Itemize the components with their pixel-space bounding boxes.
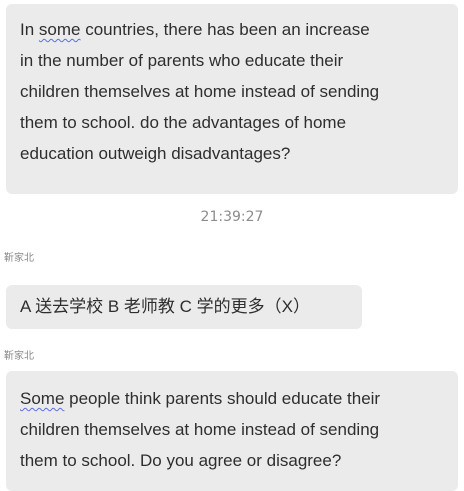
message-line: them to school. do the advantages of hom… [20, 113, 347, 132]
message-line: them to school. Do you agree or disagree… [20, 451, 342, 470]
message-bubble[interactable]: A 送去学校 B 老师教 C 学的更多（X） [6, 285, 362, 329]
message-line: children themselves at home instead of s… [20, 82, 380, 101]
message-line: in the number of parents who educate the… [20, 51, 344, 70]
chat-conversation: In some countries, there has been an inc… [0, 0, 464, 491]
message-text: countries, there has been an increase [80, 20, 370, 39]
message-line: Some people think parents should educate… [20, 383, 444, 414]
message-line: education outweigh disadvantages? [20, 144, 291, 163]
message-text: people think parents should educate thei… [64, 389, 381, 408]
message-bubble[interactable]: In some countries, there has been an inc… [6, 4, 458, 194]
message-timestamp: 21:39:27 [200, 209, 264, 225]
message-bubble[interactable]: Some people think parents should educate… [6, 371, 458, 491]
sender-name[interactable]: 靳家北 [4, 347, 34, 362]
message-text: A 送去学校 B 老师教 C 学的更多（X） [20, 297, 310, 316]
message-line: In some countries, there has been an inc… [20, 14, 444, 45]
spellcheck-flagged-word[interactable]: Some [20, 389, 64, 408]
spellcheck-flagged-word[interactable]: some [39, 20, 81, 39]
sender-name[interactable]: 靳家北 [4, 249, 34, 264]
message-line: children themselves at home instead of s… [20, 420, 380, 439]
message-word: In [20, 20, 35, 39]
